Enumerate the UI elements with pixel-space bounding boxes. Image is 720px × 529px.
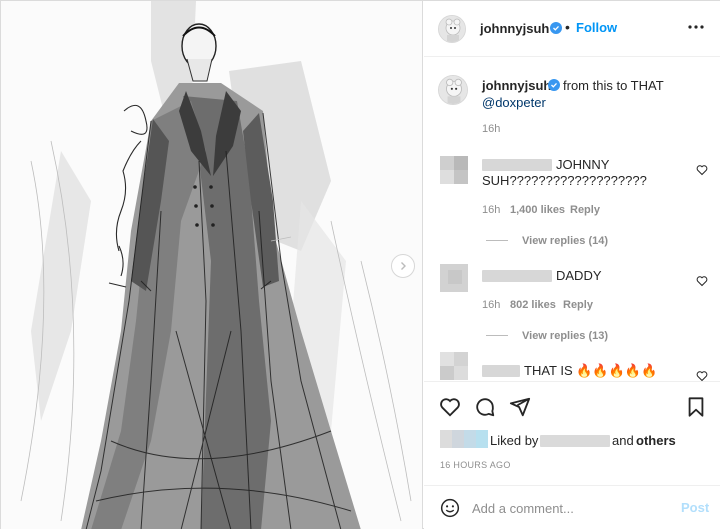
comment-avatar[interactable]: [440, 156, 468, 184]
author-avatar-image: [439, 16, 465, 42]
next-image-button[interactable]: [391, 254, 415, 278]
comment-reply-button[interactable]: Reply: [563, 299, 593, 311]
liker-avatars[interactable]: [440, 430, 488, 448]
heart-icon[interactable]: [696, 370, 708, 381]
post-actions: [424, 381, 720, 431]
liked-by-label: Liked by: [490, 433, 539, 448]
comment-timestamp[interactable]: 16h: [482, 204, 500, 216]
header-separator: •: [565, 19, 570, 35]
caption-text: from this to THAT: [563, 78, 664, 93]
comment-text: DADDY: [556, 268, 602, 283]
comments-list[interactable]: johnnyjsuh from this to THAT @doxpeter 1…: [424, 58, 720, 381]
author-username[interactable]: johnnyjsuh: [480, 21, 549, 36]
heart-icon[interactable]: [696, 275, 708, 287]
heart-icon[interactable]: [439, 396, 461, 418]
comment-text: JOHNNY: [556, 157, 610, 172]
post-timestamp[interactable]: 16 HOURS AGO: [440, 460, 511, 470]
comment-likes-count[interactable]: 1,400 likes: [510, 204, 565, 216]
caption-avatar-image: [439, 76, 467, 104]
comment-text-continued: SUH???????????????????: [482, 173, 647, 188]
likes-others-link[interactable]: others: [636, 433, 676, 448]
post-comment-button[interactable]: Post: [681, 500, 709, 515]
checkmark-glyph: [551, 82, 557, 88]
comment-avatar[interactable]: [440, 264, 468, 292]
likes-and-label: and: [612, 433, 634, 448]
share-icon[interactable]: [509, 396, 531, 418]
redacted-username: [482, 365, 520, 377]
verified-badge-icon: [548, 79, 560, 91]
comment-text: THAT IS 🔥🔥🔥🔥🔥: [524, 363, 658, 378]
replies-divider: [486, 240, 508, 241]
view-replies-button[interactable]: View replies (13): [522, 330, 608, 342]
caption-mention-link[interactable]: @doxpeter: [482, 95, 546, 110]
caption-avatar[interactable]: [438, 75, 468, 105]
redacted-username: [482, 270, 552, 282]
fashion-sketch-illustration: [1, 1, 422, 529]
post-side-panel: johnnyjsuh • Follow johnnyjsuh from this…: [424, 1, 720, 529]
comment-timestamp[interactable]: 16h: [482, 299, 500, 311]
post-image[interactable]: [1, 1, 423, 529]
author-avatar[interactable]: [438, 15, 466, 43]
checkmark-glyph: [553, 25, 559, 31]
comment-reply-button[interactable]: Reply: [570, 204, 600, 216]
redacted-liker: [540, 435, 610, 447]
post-dialog: johnnyjsuh • Follow johnnyjsuh from this…: [0, 0, 720, 529]
comment-composer: Post: [424, 485, 720, 529]
bookmark-icon[interactable]: [685, 396, 707, 418]
caption-username[interactable]: johnnyjsuh: [482, 78, 551, 93]
replies-divider: [486, 335, 508, 336]
redacted-username: [482, 159, 552, 171]
post-header: johnnyjsuh • Follow: [424, 1, 720, 57]
view-replies-button[interactable]: View replies (14): [522, 235, 608, 247]
caption-timestamp[interactable]: 16h: [482, 123, 500, 135]
follow-button[interactable]: Follow: [576, 20, 617, 35]
comment-avatar[interactable]: [440, 352, 468, 380]
comment-icon[interactable]: [474, 396, 496, 418]
likes-summary: Liked by and others: [424, 427, 720, 451]
emoji-icon[interactable]: [440, 498, 460, 518]
heart-icon[interactable]: [696, 164, 708, 176]
comment-likes-count[interactable]: 802 likes: [510, 299, 556, 311]
verified-badge-icon: [550, 22, 562, 34]
add-comment-input[interactable]: [472, 498, 662, 518]
more-horizontal-icon[interactable]: [686, 19, 706, 35]
chevron-right-icon: [401, 262, 406, 270]
